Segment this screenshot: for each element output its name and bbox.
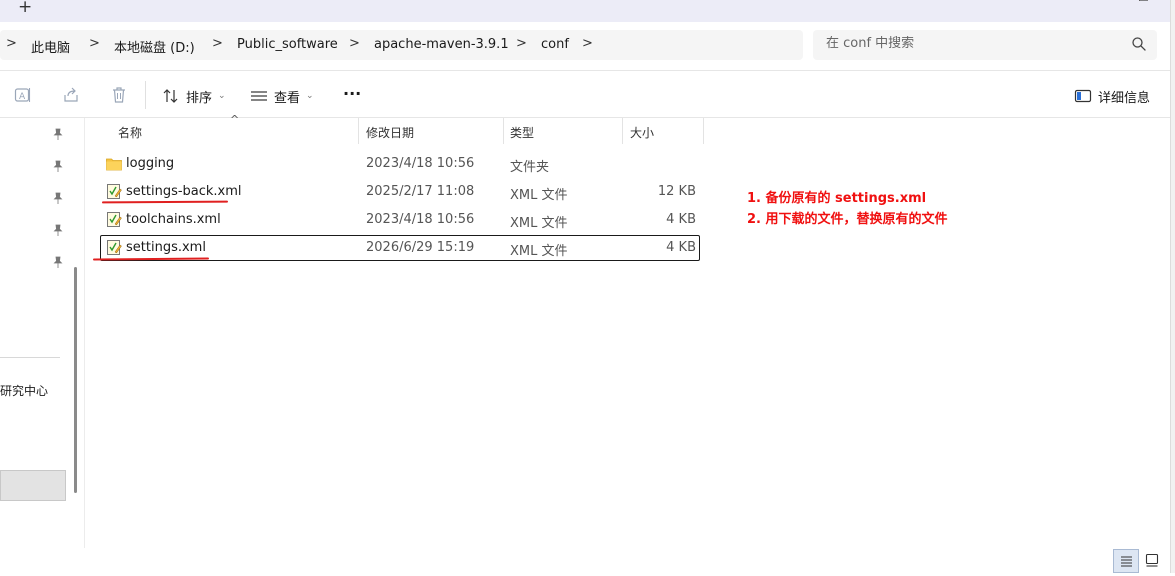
breadcrumb-item-this-pc[interactable]: 此电脑 xyxy=(31,37,70,56)
details-view-button[interactable] xyxy=(1113,549,1139,573)
file-modified: 2025/2/17 11:08 xyxy=(366,184,475,199)
details-pane-icon xyxy=(1074,89,1092,103)
nav-item-research-center[interactable]: 研究中心 xyxy=(0,382,48,399)
file-name: settings.xml xyxy=(126,240,206,255)
breadcrumb-separator[interactable]: > xyxy=(582,36,593,51)
search-box[interactable] xyxy=(813,30,1157,60)
command-bar: A 排序 ⌄ 查看 ⌄ ··· 详细信息 xyxy=(0,70,1170,118)
breadcrumb-item-public-software[interactable]: Public_software xyxy=(237,37,338,52)
xml-file-icon xyxy=(107,240,122,255)
nav-divider xyxy=(0,357,60,358)
chevron-down-icon: ⌄ xyxy=(306,91,314,101)
tab-strip xyxy=(0,0,1175,22)
breadcrumb-item-conf[interactable]: conf xyxy=(541,37,569,52)
breadcrumb-separator[interactable]: > xyxy=(212,36,223,51)
breadcrumb-item-local-disk[interactable]: 本地磁盘 (D:) xyxy=(114,37,195,56)
pin-icon xyxy=(53,192,63,204)
nav-scrollbar[interactable] xyxy=(74,267,77,493)
svg-text:A: A xyxy=(19,92,26,102)
share-icon[interactable] xyxy=(62,86,80,104)
search-input[interactable] xyxy=(826,36,1116,51)
file-size: 4 KB xyxy=(666,212,696,227)
file-type: XML 文件 xyxy=(510,244,568,259)
delete-icon[interactable] xyxy=(110,86,128,104)
large-icons-view-icon[interactable] xyxy=(1145,553,1159,567)
pin-icon xyxy=(53,160,63,172)
pin-icon xyxy=(53,128,63,140)
rename-icon[interactable]: A xyxy=(14,86,32,104)
pin-icon xyxy=(53,224,63,236)
minimize-button[interactable]: — xyxy=(1096,0,1108,4)
xml-file-icon xyxy=(107,184,122,199)
file-type: XML 文件 xyxy=(510,188,568,203)
breadcrumb-separator[interactable]: > xyxy=(516,36,527,51)
file-size: 4 KB xyxy=(666,240,696,255)
file-name: settings-back.xml xyxy=(126,184,242,199)
column-separator[interactable] xyxy=(503,118,504,144)
file-size: 12 KB xyxy=(657,184,696,199)
details-pane-button[interactable]: 详细信息 xyxy=(1074,85,1150,107)
annotation-step-2: 2. 用下载的文件，替换原有的文件 xyxy=(747,212,948,227)
column-header-modified[interactable]: 修改日期 xyxy=(366,124,414,141)
new-tab-button[interactable]: + xyxy=(18,0,32,17)
file-row[interactable]: toolchains.xml 2023/4/18 10:56 XML 文件 4 … xyxy=(100,207,700,233)
view-button[interactable]: 查看 ⌄ xyxy=(250,85,314,107)
column-header-type[interactable]: 类型 xyxy=(510,124,534,141)
nav-item-selected[interactable] xyxy=(0,470,66,501)
file-type: XML 文件 xyxy=(510,216,568,231)
view-label: 查看 xyxy=(274,90,301,106)
annotation-step-1: 1. 备份原有的 settings.xml xyxy=(747,191,927,206)
file-modified: 2023/4/18 10:56 xyxy=(366,212,475,227)
file-name: toolchains.xml xyxy=(126,212,221,227)
details-view-icon xyxy=(1121,556,1132,567)
column-separator[interactable] xyxy=(703,118,704,144)
file-name: logging xyxy=(126,156,175,171)
breadcrumb-separator[interactable]: > xyxy=(6,36,17,51)
column-separator[interactable] xyxy=(622,118,623,144)
xml-file-icon xyxy=(107,212,122,227)
breadcrumb-item-maven[interactable]: apache-maven-3.9.1 xyxy=(374,37,509,52)
breadcrumb-separator[interactable]: > xyxy=(349,36,360,51)
sort-button[interactable]: 排序 ⌄ xyxy=(162,85,226,107)
folder-icon xyxy=(106,158,122,171)
column-separator[interactable] xyxy=(358,118,359,144)
chevron-down-icon: ⌄ xyxy=(218,91,226,101)
column-header-size[interactable]: 大小 xyxy=(630,124,654,141)
breadcrumb-separator[interactable]: > xyxy=(89,36,100,51)
pin-icon xyxy=(53,256,63,268)
sort-ascending-icon: ^ xyxy=(230,113,240,126)
window-edge xyxy=(1170,0,1175,573)
file-type: 文件夹 xyxy=(510,160,550,175)
sort-label: 排序 xyxy=(186,90,213,106)
column-header-name[interactable]: 名称 xyxy=(118,124,142,141)
maximize-button[interactable]: ☐ xyxy=(1138,0,1149,4)
sort-icon xyxy=(163,89,178,103)
pane-divider[interactable] xyxy=(84,118,85,548)
file-row[interactable]: logging 2023/4/18 10:56 文件夹 xyxy=(100,151,700,177)
search-icon[interactable] xyxy=(1131,36,1147,52)
view-list-icon xyxy=(251,91,267,101)
file-modified: 2023/4/18 10:56 xyxy=(366,156,475,171)
details-pane-label: 详细信息 xyxy=(1098,90,1151,106)
toolbar-divider xyxy=(145,81,146,109)
file-modified: 2026/6/29 15:19 xyxy=(366,240,475,255)
more-options-button[interactable]: ··· xyxy=(343,82,361,104)
